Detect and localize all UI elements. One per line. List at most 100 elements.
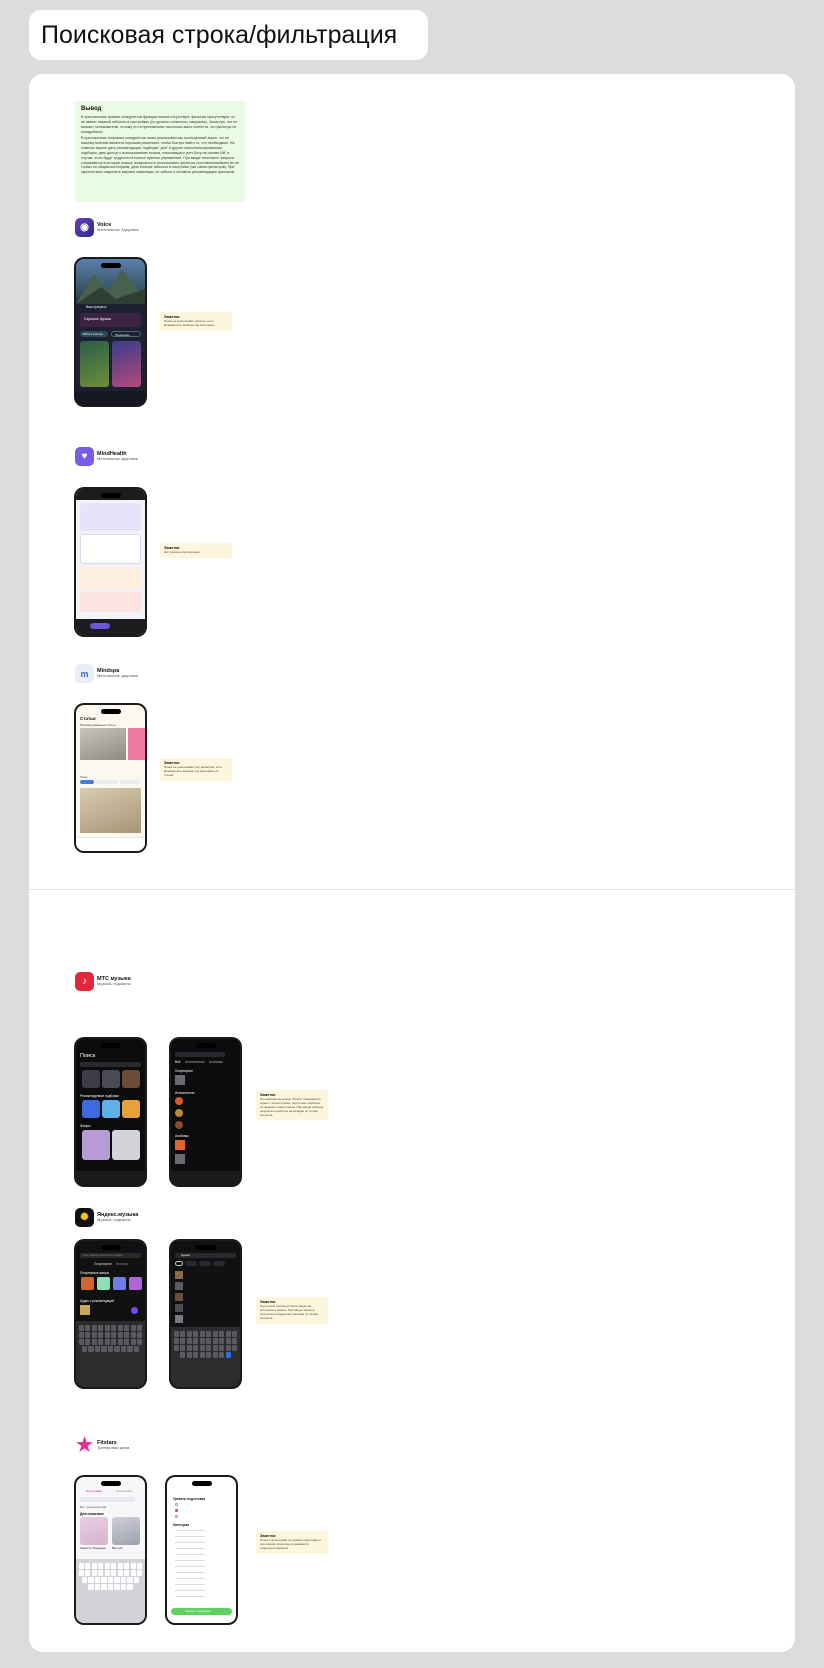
content-tile-2[interactable]	[112, 341, 141, 387]
tab-history[interactable]: История	[116, 1262, 128, 1266]
genre-tile[interactable]	[82, 1130, 110, 1160]
album-cover[interactable]	[175, 1140, 185, 1150]
fitstars-star-logo-icon: ★	[75, 1435, 94, 1456]
login-button[interactable]: Войти в систему	[80, 331, 108, 337]
dynamic-island	[191, 1481, 212, 1486]
app-category: Музыка, подкасты	[97, 981, 131, 987]
tab-artists[interactable]: Исполнители	[185, 1060, 204, 1064]
result-cover[interactable]	[175, 1315, 183, 1323]
search-input-filled[interactable]	[175, 1052, 225, 1057]
filter-chip[interactable]	[213, 1261, 225, 1266]
genres-heading: Жанры	[80, 1124, 91, 1128]
filter-level-heading: Уровень подготовки	[173, 1497, 206, 1501]
tab-bar	[76, 837, 145, 851]
search-input-filled[interactable]: музыка	[175, 1253, 236, 1258]
topic-chip[interactable]	[96, 780, 118, 784]
article-image-2[interactable]	[128, 728, 145, 760]
app-header-mindhealth: ♥ MindHealth Ментальное здоровье	[75, 447, 138, 466]
tab-programs[interactable]: Программы	[86, 1489, 102, 1493]
dynamic-island	[195, 1245, 216, 1250]
app-category: Ментальное здоровье	[97, 456, 139, 462]
voice-logo-icon: ◉	[75, 218, 94, 237]
login-button-label: Войти в систему	[83, 332, 103, 336]
keyboard[interactable]	[76, 1559, 145, 1623]
app-category: Ментальное Здоровье	[97, 227, 139, 233]
phone-mockup-yandex-results: музыка	[169, 1239, 242, 1389]
tab-workouts[interactable]: Тренировки	[116, 1489, 132, 1493]
search-placeholder: Трек, альбом, исполнитель, подкаст	[83, 1254, 124, 1257]
workout-card-image[interactable]	[112, 1517, 140, 1545]
note-text: Поиск не реализован, фильтр, есть возмож…	[164, 319, 216, 327]
collection-tile[interactable]	[102, 1100, 120, 1118]
tab-bar	[76, 619, 145, 635]
section-albums: Альбомы	[175, 1134, 189, 1138]
collection-tile[interactable]	[122, 1100, 140, 1118]
featured-card[interactable]: Скрытые фразы	[80, 313, 141, 327]
phone-mockup-mts-results: Всё Исполнители Альбомы Популярное Испол…	[169, 1037, 242, 1187]
workout-card-title: Всё тело	[112, 1547, 123, 1550]
article-image-3[interactable]	[80, 788, 141, 833]
tab-popular[interactable]: Популярное	[94, 1262, 112, 1266]
category-list[interactable]	[175, 1530, 205, 1600]
results-count: Все тренировки (40)	[80, 1505, 107, 1509]
collection-tile[interactable]	[82, 1100, 100, 1118]
fitstars-search-screen: Программы Тренировки Все тренировки (40)…	[76, 1477, 145, 1623]
filter-chip[interactable]	[185, 1261, 197, 1266]
show-workouts-button[interactable]: Показать тренировки	[171, 1608, 232, 1615]
article-image-1[interactable]	[80, 728, 126, 760]
artist-avatar[interactable]	[175, 1109, 183, 1117]
search-input[interactable]: Трек, альбом, исполнитель, подкаст	[80, 1253, 141, 1258]
tab-home-active[interactable]	[90, 623, 110, 629]
yandex-search-screen: Трек, альбом, исполнитель, подкаст Попул…	[76, 1241, 145, 1387]
artist-avatar[interactable]	[175, 1097, 183, 1105]
card-pink[interactable]	[80, 592, 141, 612]
genre-tile[interactable]	[112, 1130, 140, 1160]
topic-chip[interactable]	[120, 780, 140, 784]
search-title: Поиск	[80, 1053, 96, 1059]
playlist-tile[interactable]	[102, 1070, 120, 1088]
keyboard[interactable]	[76, 1321, 145, 1387]
app-header-fitstars: ★ Fitstars Тренировки дома	[75, 1435, 129, 1456]
genre-tile[interactable]	[97, 1277, 110, 1290]
tab-albums[interactable]: Альбомы	[209, 1060, 223, 1064]
note-yandex: Заметки Под полем поиска история запросо…	[256, 1297, 328, 1324]
genre-tile[interactable]	[81, 1277, 94, 1290]
section-beginners: Для новичков	[80, 1512, 104, 1516]
album-cover[interactable]	[175, 1154, 185, 1164]
continue-button[interactable]: Продолжить	[111, 331, 141, 337]
play-button[interactable]	[131, 1307, 138, 1314]
phone-mockup-mindspa: Статьи Рекомендованные статьи Темы	[74, 703, 147, 853]
content-tile-1[interactable]	[80, 341, 109, 387]
playlist-tile[interactable]	[122, 1070, 140, 1088]
workout-card-image[interactable]	[80, 1517, 108, 1545]
continue-button-label: Продолжить	[115, 333, 130, 337]
search-input[interactable]	[80, 1497, 135, 1502]
genre-tile[interactable]	[113, 1277, 126, 1290]
result-cover[interactable]	[175, 1075, 185, 1085]
filter-chip[interactable]	[199, 1261, 211, 1266]
topic-chip-active[interactable]	[80, 780, 94, 784]
result-cover[interactable]	[175, 1304, 183, 1312]
card-lavender[interactable]	[80, 503, 141, 531]
level-radio[interactable]	[175, 1515, 178, 1518]
level-radio-selected[interactable]	[175, 1509, 178, 1512]
dynamic-island	[100, 1481, 121, 1486]
result-cover[interactable]	[175, 1271, 183, 1279]
audio-cover[interactable]	[80, 1305, 90, 1315]
level-radio[interactable]	[175, 1503, 178, 1506]
search-input[interactable]	[80, 1062, 141, 1067]
keyboard[interactable]	[171, 1327, 240, 1387]
artist-avatar[interactable]	[175, 1121, 183, 1129]
section-topics: Темы	[80, 775, 88, 779]
card-white[interactable]	[80, 534, 141, 564]
genre-tile[interactable]	[129, 1277, 142, 1290]
card-orange[interactable]	[80, 567, 141, 589]
section-recommended: Рекомендованные статьи	[80, 723, 116, 727]
note-text: Поиск не реализован, нет фильтров, есть …	[164, 765, 223, 777]
dynamic-island	[100, 1245, 121, 1250]
filter-chip-active[interactable]	[175, 1261, 183, 1266]
result-cover[interactable]	[175, 1293, 183, 1301]
playlist-tile[interactable]	[82, 1070, 100, 1088]
result-cover[interactable]	[175, 1282, 183, 1290]
tab-all[interactable]: Всё	[175, 1060, 181, 1064]
